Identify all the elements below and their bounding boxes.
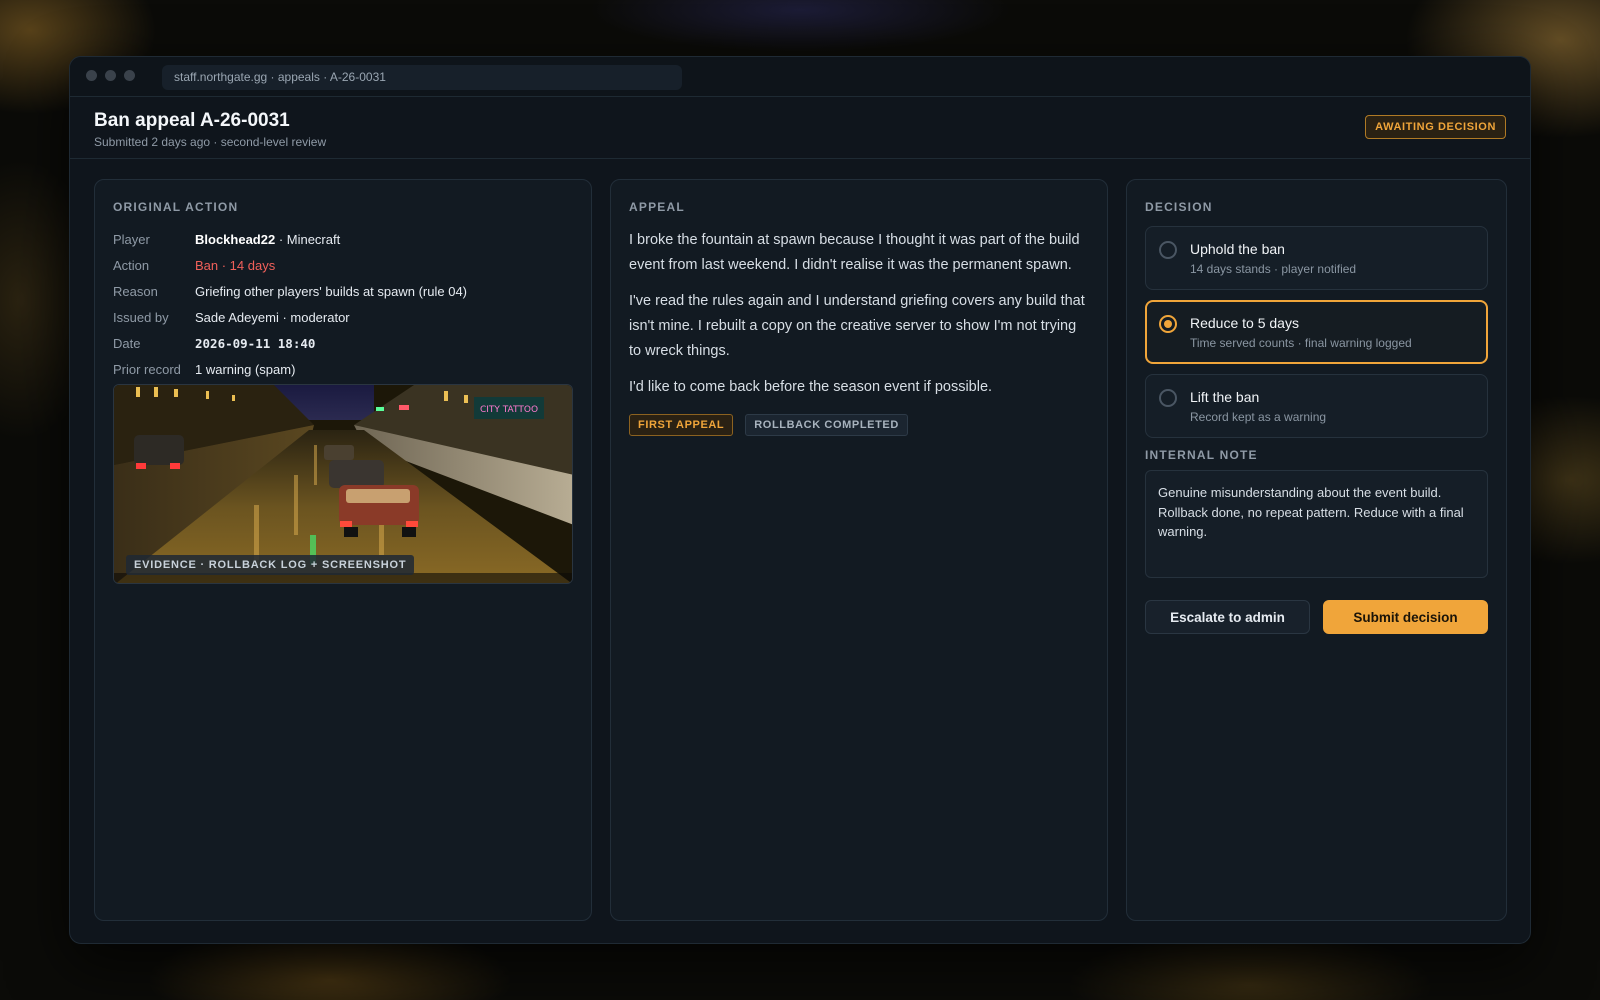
maximize-window-dot[interactable] bbox=[124, 70, 135, 81]
option-lift-ban[interactable]: Lift the ban Record kept as a warning bbox=[1145, 374, 1488, 438]
option-subtitle: 14 days stands · player notified bbox=[1190, 262, 1357, 276]
option-subtitle: Time served counts · final warning logge… bbox=[1190, 336, 1412, 350]
tag-rollback-completed: ROLLBACK COMPLETED bbox=[745, 414, 908, 436]
fact-key: Reason bbox=[113, 283, 158, 299]
radio-button[interactable] bbox=[1159, 389, 1177, 407]
fact-row-issued-by: Issued by Sade Adeyemi · moderator bbox=[113, 304, 573, 330]
issued-by-value: Sade Adeyemi · moderator bbox=[195, 309, 350, 325]
app-window: staff.northgate.gg · appeals · A-26-0031… bbox=[69, 56, 1531, 944]
fact-key: Action bbox=[113, 257, 150, 273]
appeal-paragraph: I've read the rules again and I understa… bbox=[629, 293, 1085, 359]
option-title: Lift the ban bbox=[1190, 389, 1260, 405]
original-action-panel: ORIGINAL ACTION Player Blockhead22 · Min… bbox=[94, 179, 592, 921]
title-bar: staff.northgate.gg · appeals · A-26-0031 bbox=[70, 57, 1530, 97]
fact-row-reason: Reason Griefing other players' builds at… bbox=[113, 278, 573, 304]
fact-key: Prior record bbox=[113, 361, 181, 377]
submit-decision-button[interactable]: Submit decision bbox=[1323, 600, 1488, 634]
internal-note-textarea[interactable]: Genuine misunderstanding about the event… bbox=[1145, 470, 1488, 578]
date-value: 2026-09-11 18:40 bbox=[195, 335, 316, 351]
fact-row-action: Action Ban · 14 days bbox=[113, 252, 573, 278]
option-reduce-to-5-days[interactable]: Reduce to 5 days Time served counts · fi… bbox=[1145, 300, 1488, 364]
page-header: Ban appeal A-26-0031 Submitted 2 days ag… bbox=[70, 97, 1530, 159]
option-uphold-ban[interactable]: Uphold the ban 14 days stands · player n… bbox=[1145, 226, 1488, 290]
radio-button-selected[interactable] bbox=[1159, 315, 1177, 333]
minimize-window-dot[interactable] bbox=[105, 70, 116, 81]
close-window-dot[interactable] bbox=[86, 70, 97, 81]
reason-value: Griefing other players' builds at spawn … bbox=[195, 283, 468, 299]
appeal-text: I broke the fountain at spawn because I … bbox=[629, 228, 1091, 411]
page-subtitle: Submitted 2 days ago · second-level revi… bbox=[94, 135, 327, 149]
page-title: Ban appeal A-26-0031 bbox=[94, 110, 290, 131]
player-value[interactable]: Blockhead22 · Minecraft bbox=[195, 232, 340, 247]
neon-sign-text: CITY TATTOO bbox=[480, 405, 538, 415]
fact-row-prior-record: Prior record 1 warning (spam) bbox=[113, 356, 573, 382]
prior-record-value: 1 warning (spam) bbox=[195, 361, 296, 377]
appeal-paragraph: I'd like to come back before the season … bbox=[629, 379, 993, 395]
fact-key: Date bbox=[113, 335, 141, 351]
option-title: Reduce to 5 days bbox=[1190, 315, 1299, 331]
address-bar[interactable]: staff.northgate.gg · appeals · A-26-0031 bbox=[162, 65, 682, 90]
appeal-paragraph: I broke the fountain at spawn because I … bbox=[629, 232, 1080, 273]
evidence-caption: EVIDENCE · ROLLBACK LOG + SCREENSHOT bbox=[126, 555, 415, 575]
option-title: Uphold the ban bbox=[1190, 241, 1285, 257]
action-value: Ban · 14 days bbox=[195, 257, 276, 273]
fact-row-date: Date 2026-09-11 18:40 bbox=[113, 330, 573, 356]
appeal-panel: APPEAL I broke the fountain at spawn bec… bbox=[610, 179, 1108, 921]
status-badge: AWAITING DECISION bbox=[1365, 115, 1506, 139]
decision-panel: DECISION Uphold the ban 14 days stands ·… bbox=[1126, 179, 1507, 921]
option-subtitle: Record kept as a warning bbox=[1190, 410, 1327, 424]
section-label-decision: DECISION bbox=[1145, 200, 1213, 214]
section-label-original-action: ORIGINAL ACTION bbox=[113, 200, 239, 214]
radio-button[interactable] bbox=[1159, 241, 1177, 259]
section-label-appeal: APPEAL bbox=[629, 200, 685, 214]
fact-row-player: Player Blockhead22 · Minecraft bbox=[113, 226, 573, 252]
section-label-internal-note: INTERNAL NOTE bbox=[1145, 448, 1258, 462]
tag-first-appeal: FIRST APPEAL bbox=[629, 414, 734, 436]
action-facts: Player Blockhead22 · Minecraft Action Ba… bbox=[113, 226, 573, 382]
player-game: · Minecraft bbox=[275, 231, 341, 247]
fact-key: Issued by bbox=[113, 309, 169, 325]
appeal-tags: FIRST APPEAL ROLLBACK COMPLETED bbox=[629, 414, 908, 436]
player-name[interactable]: Blockhead22 bbox=[195, 232, 275, 247]
window-controls bbox=[86, 70, 135, 81]
fact-key: Player bbox=[113, 231, 150, 247]
escalate-to-admin-button[interactable]: Escalate to admin bbox=[1145, 600, 1310, 634]
evidence-screenshot[interactable]: CITY TATTOO EVIDENCE · ROLLBACK LOG + SC… bbox=[113, 384, 573, 584]
